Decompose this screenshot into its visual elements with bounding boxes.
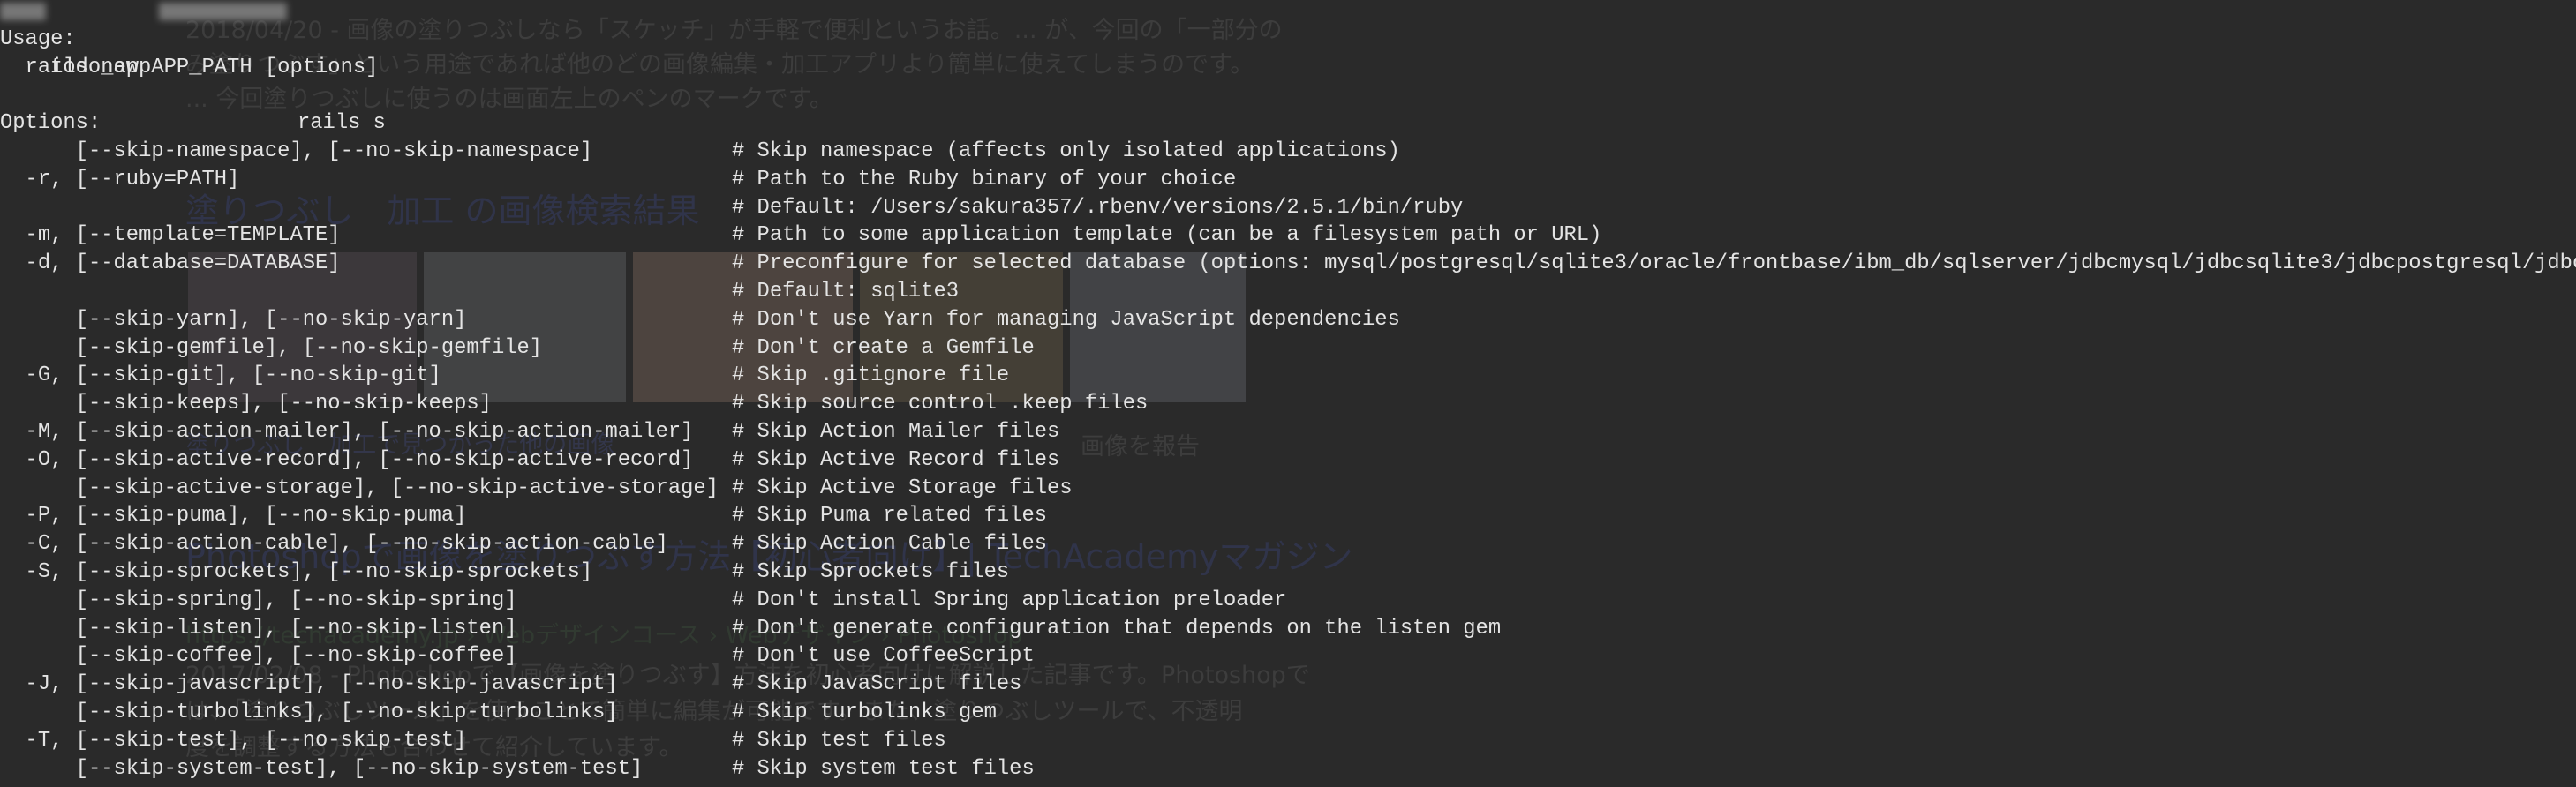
shell-prompt-line: todo_app rails s [0,0,2576,135]
option-line: -G, [--skip-git], [--no-skip-git] # Skip … [0,362,2576,390]
option-flags: [--skip-active-storage], [--no-skip-acti… [0,476,719,500]
option-flags: [--skip-yarn], [--no-skip-yarn] [0,307,467,332]
option-line: -O, [--skip-active-record], [--no-skip-a… [0,446,2576,475]
option-flags: [--skip-system-test], [--no-skip-system-… [0,756,644,781]
option-description: # Skip Action Cable files [732,532,1048,557]
option-description: # Skip Active Record files [732,447,1060,472]
option-description: # Path to some application template (can… [732,223,1602,248]
usage-line: rails new APP_PATH [options] [0,55,379,79]
option-line: -M, [--skip-action-mailer], [--no-skip-a… [0,418,2576,446]
option-description: # Don't create a Gemfile [732,335,1035,360]
option-flags: -G, [--skip-git], [--no-skip-git] [0,364,441,388]
option-flags: -C, [--skip-action-cable], [--no-skip-ac… [0,532,668,557]
option-flags: [--skip-spring], [--no-skip-spring] [0,588,517,612]
option-flags: -M, [--skip-action-mailer], [--no-skip-a… [0,420,694,444]
option-description: # Skip Active Storage files [732,476,1073,500]
option-flags: [--skip-namespace], [--no-skip-namespace… [0,139,593,163]
terminal-output[interactable]: todo_app rails s Usage: rails new APP_PA… [0,0,2576,787]
option-line: -C, [--skip-action-cable], [--no-skip-ac… [0,530,2576,558]
option-line: [--skip-coffee], [--no-skip-coffee] # Don… [0,642,2576,671]
option-line: -P, [--skip-puma], [--no-skip-puma] # Ski… [0,502,2576,530]
option-flags: -S, [--skip-sprockets], [--no-skip-sproc… [0,560,593,584]
option-description: # Skip JavaScript files [732,672,1022,697]
option-line: [--skip-turbolinks], [--no-skip-turbolin… [0,699,2576,727]
option-line: # Default: sqlite3 [0,278,2576,306]
option-line: -m, [--template=TEMPLATE] # Path to some … [0,221,2576,250]
option-flags: [--skip-coffee], [--no-skip-coffee] [0,644,517,669]
option-line: [--skip-spring], [--no-skip-spring] # Don… [0,587,2576,615]
option-line: [--skip-gemfile], [--no-skip-gemfile] # D… [0,334,2576,363]
option-description: # Skip namespace (affects only isolated … [732,139,1400,163]
usage-label: Usage: [0,26,76,51]
option-description: # Don't generate configuration that depe… [732,616,1502,641]
option-line: -J, [--skip-javascript], [--no-skip-java… [0,671,2576,699]
option-line: [--skip-yarn], [--no-skip-yarn] # Don't u… [0,306,2576,334]
option-description: # Skip Sprockets files [732,560,1010,584]
option-description: # Skip Puma related files [732,504,1048,528]
option-flags: -m, [--template=TEMPLATE] [0,223,341,248]
option-flags: [--skip-gemfile], [--no-skip-gemfile] [0,335,543,360]
option-flags: [--skip-listen], [--no-skip-listen] [0,616,517,641]
option-description: # Skip Action Mailer files [732,420,1060,444]
option-flags: [--skip-turbolinks], [--no-skip-turbolin… [0,701,618,724]
redacted-hostname [0,3,46,20]
option-line: [--skip-keeps], [--no-skip-keeps] # Skip … [0,390,2576,418]
option-description: # Default: sqlite3 [732,280,960,304]
option-line: -r, [--ruby=PATH] # Path to the Ruby bina… [0,166,2576,194]
option-description: # Skip .gitignore file [732,364,1010,388]
option-line: [--skip-system-test], [--no-skip-system-… [0,755,2576,783]
option-description: # Path to the Ruby binary of your choice [732,167,1237,191]
option-flags: -P, [--skip-puma], [--no-skip-puma] [0,504,467,528]
option-flags: -T, [--skip-test], [--no-skip-test] [0,728,467,753]
options-label: Options: [0,111,102,136]
option-description: # Don't use CoffeeScript [732,644,1035,669]
option-description: # Preconfigure for selected database (op… [732,251,2576,276]
option-line: -T, [--skip-test], [--no-skip-test] # Ski… [0,727,2576,755]
option-description: # Don't install Spring application prelo… [732,588,1287,612]
option-description: # Skip source control .keep files [732,392,1149,416]
option-line: -S, [--skip-sprockets], [--no-skip-sproc… [0,558,2576,587]
option-description: # Skip system test files [732,756,1035,781]
option-line: -d, [--database=DATABASE] # Preconfigure … [0,250,2576,278]
option-description: # Skip turbolinks gem [732,701,997,724]
option-flags: -d, [--database=DATABASE] [0,251,341,276]
option-flags: -r, [--ruby=PATH] [0,167,240,191]
option-line: # Default: /Users/sakura357/.rbenv/versi… [0,194,2576,222]
option-description: # Don't use Yarn for managing JavaScript… [732,307,1400,332]
option-description: # Default: /Users/sakura357/.rbenv/versi… [732,195,1464,220]
option-flags: [--skip-keeps], [--no-skip-keeps] [0,392,492,416]
option-description: # Skip test files [732,728,946,753]
option-line: [--skip-listen], [--no-skip-listen] # Don… [0,615,2576,643]
option-flags: -J, [--skip-javascript], [--no-skip-java… [0,672,618,697]
option-line: [--skip-active-storage], [--no-skip-acti… [0,475,2576,503]
option-flags: -O, [--skip-active-record], [--no-skip-a… [0,447,694,472]
option-line: [--skip-namespace], [--no-skip-namespace… [0,138,2576,166]
redacted-username [159,3,287,20]
